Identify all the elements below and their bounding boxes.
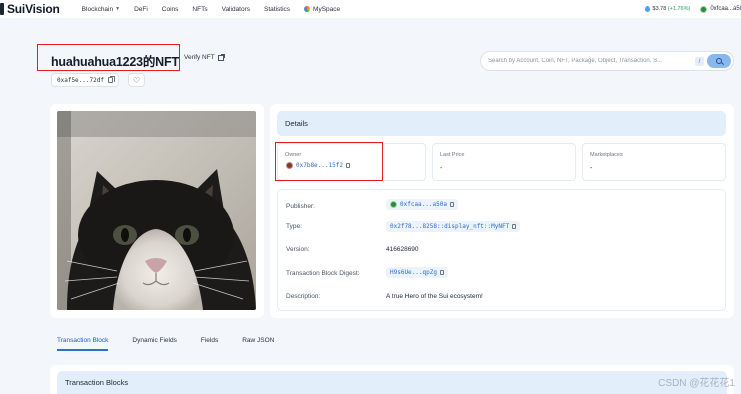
publisher-pill: 0xfcaa...a50a [386, 199, 458, 210]
search-bar: / [480, 51, 734, 71]
copy-icon[interactable] [512, 224, 517, 229]
watermark: CSDN @花花花1 [658, 378, 735, 389]
version-label: Version: [286, 246, 310, 253]
type-link[interactable]: 0x2f78...8258::display_nft::MyNFT [386, 221, 521, 232]
nav-item-defi[interactable]: DeFi [134, 6, 148, 13]
verify-nft-link[interactable]: Verify NFT [184, 53, 225, 61]
myspace-icon [304, 6, 311, 12]
nav-item-label: Coins [161, 5, 179, 13]
transaction-blocks-card: Transaction Blocks [50, 365, 734, 394]
nav-item-myspace[interactable]: MySpace [304, 6, 340, 13]
nav-menu: Blockchain ▼ DeFi Coins NFTs Validators S… [82, 6, 354, 13]
nft-image [57, 111, 256, 310]
details-card: Details Owner 0x7b8e...15f2 Last Price -… [270, 104, 734, 318]
nav-item-label: Validators [221, 5, 251, 13]
search-button[interactable] [707, 54, 731, 68]
object-id-pill[interactable]: 0xaf5e...72df [51, 73, 119, 87]
object-id: 0xaf5e...72df [57, 76, 104, 84]
marketplaces-metric: Marketplaces - [582, 143, 726, 181]
top-nav: SuiVision Blockchain ▼ DeFi Coins NFTs Va… [0, 0, 741, 18]
sui-token-icon [644, 6, 650, 12]
search-shortcut-key: / [695, 57, 704, 66]
publisher-link[interactable]: 0xfcaa...a50a [386, 199, 458, 210]
description-value: A true Hero of the Sui ecosystem! [386, 293, 483, 300]
last-price-label: Last Price [440, 152, 465, 158]
nav-item-label: NFTs [192, 5, 208, 13]
version-value: 416628690 [386, 246, 419, 253]
owner-highlight-box [275, 142, 383, 181]
tab-bar: Transaction Block Dynamic Fields Fields … [50, 330, 734, 351]
nav-item-label: Statistics [264, 5, 291, 13]
wallet-address: 0xfcaa...a5l [710, 6, 741, 12]
copy-icon[interactable] [439, 270, 444, 275]
sui-price: $3.78 (+1.76%) [653, 6, 691, 12]
nft-image-card [50, 104, 264, 318]
external-link-icon [217, 53, 225, 61]
price-value: $3.78 [652, 6, 667, 12]
digest-label: Transaction Block Digest: [286, 270, 360, 277]
publisher-avatar-icon [390, 201, 397, 208]
heart-icon: ♡ [132, 75, 141, 85]
nav-item-coins[interactable]: Coins [162, 6, 179, 13]
transaction-blocks-heading: Transaction Blocks [57, 371, 727, 394]
copy-icon[interactable] [449, 202, 454, 207]
brand-mark-icon [0, 3, 4, 15]
details-heading: Details [277, 111, 726, 136]
favorite-button[interactable]: ♡ [128, 73, 145, 87]
publisher-label: Publisher: [286, 203, 315, 210]
nav-item-label: DeFi [134, 5, 148, 13]
nav-item-validators[interactable]: Validators [222, 6, 250, 13]
tab-fields[interactable]: Fields [201, 330, 218, 350]
cat-photo [57, 111, 256, 310]
marketplaces-value: - [590, 165, 593, 172]
type-pill: 0x2f78...8258::display_nft::MyNFT [386, 221, 521, 232]
nav-item-label: MySpace [313, 5, 341, 13]
tab-raw-json[interactable]: Raw JSON [242, 330, 274, 350]
type-label: Type: [286, 223, 302, 230]
type-value: 0x2f78...8258::display_nft::MyNFT [390, 223, 510, 230]
digest-pill: H9s6Ue...qpZg [386, 267, 448, 278]
search-icon [716, 58, 722, 64]
chevron-down-icon: ▼ [115, 6, 121, 12]
digest-value: H9s6Ue...qpZg [390, 269, 437, 276]
nft-info-panel: Publisher: 0xfcaa...a50a Type: 0x2f78...… [277, 189, 726, 311]
nav-right: $3.78 (+1.76%) 0xfcaa...a5l [644, 0, 741, 18]
nav-item-statistics[interactable]: Statistics [264, 6, 290, 13]
nav-item-nfts[interactable]: NFTs [192, 6, 207, 13]
price-change: (+1.76%) [667, 6, 691, 12]
wallet-button[interactable]: 0xfcaa...a5l [700, 5, 741, 13]
description-label: Description: [286, 293, 321, 300]
nav-item-blockchain[interactable]: Blockchain ▼ [82, 6, 120, 13]
last-price-metric: Last Price - [432, 143, 576, 181]
marketplaces-label: Marketplaces [590, 152, 623, 158]
nav-item-label: Blockchain [81, 5, 114, 13]
digest-link[interactable]: H9s6Ue...qpZg [386, 267, 448, 278]
last-price-value: - [440, 165, 443, 172]
tab-dynamic-fields[interactable]: Dynamic Fields [132, 330, 176, 350]
tab-transaction-block[interactable]: Transaction Block [57, 330, 109, 351]
verify-nft-label: Verify NFT [184, 54, 215, 61]
brand-name: SuiVision [7, 2, 60, 16]
publisher-address: 0xfcaa...a50a [400, 201, 447, 208]
copy-icon[interactable] [107, 76, 115, 83]
page-title: huahuahua1223的NFT [51, 55, 179, 69]
wallet-avatar-icon [700, 5, 708, 13]
brand-logo[interactable]: SuiVision [0, 2, 60, 16]
search-input[interactable] [488, 58, 688, 64]
